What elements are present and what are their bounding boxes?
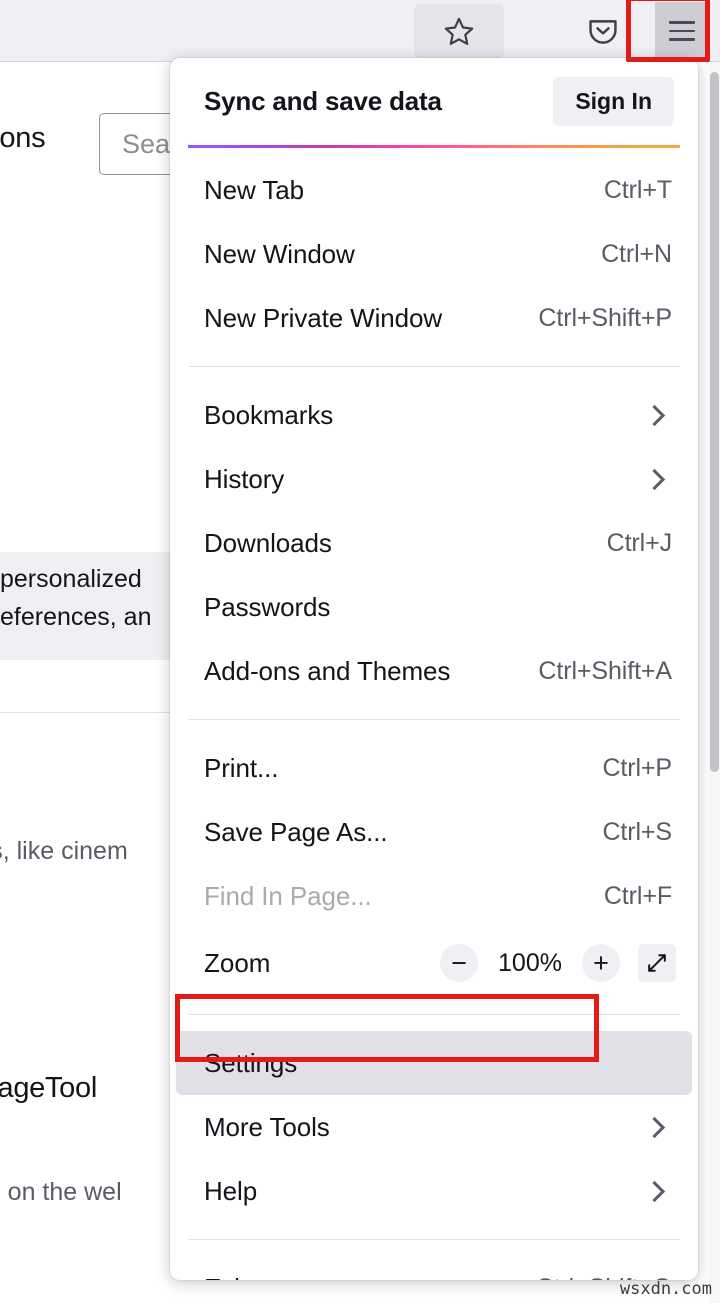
menu-item-label: Exit bbox=[204, 1273, 247, 1281]
menu-section-new: New Tab Ctrl+T New Window Ctrl+N New Pri… bbox=[170, 148, 698, 360]
zoom-label: Zoom bbox=[204, 948, 270, 979]
sign-in-button[interactable]: Sign In bbox=[553, 77, 674, 126]
menu-item-exit[interactable]: Exit Ctrl+Shift+Q bbox=[170, 1256, 698, 1280]
menu-item-downloads[interactable]: Downloads Ctrl+J bbox=[170, 511, 698, 575]
menu-item-history[interactable]: History bbox=[170, 447, 698, 511]
sync-header-title: Sync and save data bbox=[204, 86, 442, 117]
menu-item-label: Save Page As... bbox=[204, 817, 388, 848]
menu-item-shortcut: Ctrl+J bbox=[607, 529, 672, 558]
zoom-in-button[interactable]: + bbox=[582, 944, 620, 982]
fullscreen-expand-icon[interactable] bbox=[638, 944, 676, 982]
hamburger-menu-annotation bbox=[626, 0, 710, 62]
menu-item-shortcut: Ctrl+F bbox=[604, 882, 672, 911]
menu-item-new-tab[interactable]: New Tab Ctrl+T bbox=[170, 158, 698, 222]
zoom-level-value[interactable]: 100% bbox=[496, 949, 564, 978]
chevron-right-icon bbox=[644, 1116, 665, 1137]
menu-item-bookmarks[interactable]: Bookmarks bbox=[170, 383, 698, 447]
zoom-out-button[interactable]: − bbox=[440, 944, 478, 982]
sync-and-save-header: Sync and save data Sign In bbox=[170, 58, 698, 145]
menu-item-label: Add-ons and Themes bbox=[204, 656, 450, 687]
zoom-controls: − 100% + bbox=[440, 944, 676, 982]
menu-item-print[interactable]: Print... Ctrl+P bbox=[170, 736, 698, 800]
menu-item-find-in-page: Find In Page... Ctrl+F bbox=[170, 864, 698, 928]
menu-item-label: More Tools bbox=[204, 1112, 330, 1143]
menu-item-addons-and-themes[interactable]: Add-ons and Themes Ctrl+Shift+A bbox=[170, 639, 698, 703]
chevron-right-icon bbox=[644, 1180, 665, 1201]
menu-item-label: Downloads bbox=[204, 528, 332, 559]
menu-item-label: Bookmarks bbox=[204, 400, 333, 431]
menu-item-more-tools[interactable]: More Tools bbox=[170, 1095, 698, 1159]
page-scrollbar-thumb[interactable] bbox=[710, 72, 719, 772]
menu-divider bbox=[188, 1014, 680, 1015]
firefox-app-menu-panel: Sync and save data Sign In New Tab Ctrl+… bbox=[170, 58, 698, 1280]
menu-item-shortcut: Ctrl+N bbox=[601, 240, 672, 269]
menu-divider bbox=[188, 366, 680, 367]
menu-item-label: Print... bbox=[204, 753, 278, 784]
menu-item-new-private-window[interactable]: New Private Window Ctrl+Shift+P bbox=[170, 286, 698, 350]
menu-item-shortcut: Ctrl+T bbox=[604, 176, 672, 205]
menu-item-help[interactable]: Help bbox=[170, 1159, 698, 1223]
addons-body-text: res, like cinem bbox=[0, 837, 128, 866]
menu-item-label: New Tab bbox=[204, 175, 304, 206]
menu-item-label: New Window bbox=[204, 239, 355, 270]
menu-item-label: Passwords bbox=[204, 592, 330, 623]
menu-item-label: History bbox=[204, 464, 284, 495]
addon-description: rite on the wel bbox=[0, 1178, 122, 1207]
menu-item-zoom: Zoom − 100% + bbox=[170, 928, 698, 998]
addon-title-languagetool[interactable]: nguageTool bbox=[0, 1072, 97, 1105]
menu-item-label: Settings bbox=[204, 1048, 297, 1079]
chevron-right-icon bbox=[644, 404, 665, 425]
menu-item-label: Find In Page... bbox=[204, 881, 372, 912]
menu-section-exit: Exit Ctrl+Shift+Q bbox=[170, 1246, 698, 1280]
menu-item-shortcut: Ctrl+S bbox=[602, 818, 672, 847]
menu-item-shortcut: Ctrl+P bbox=[602, 754, 672, 783]
menu-item-label: New Private Window bbox=[204, 303, 442, 334]
menu-item-new-window[interactable]: New Window Ctrl+N bbox=[170, 222, 698, 286]
page-scrollbar[interactable] bbox=[709, 62, 720, 1303]
menu-item-settings[interactable]: Settings bbox=[176, 1031, 692, 1095]
menu-section-page-actions: Print... Ctrl+P Save Page As... Ctrl+S F… bbox=[170, 726, 698, 1008]
watermark: wsxdn.com bbox=[620, 1279, 712, 1299]
addons-page-heading: dd-ons bbox=[0, 122, 45, 155]
star-bookmark-icon[interactable] bbox=[414, 4, 504, 58]
menu-divider bbox=[188, 719, 680, 720]
menu-divider bbox=[188, 1239, 680, 1240]
menu-item-shortcut: Ctrl+Shift+A bbox=[538, 657, 672, 686]
menu-item-passwords[interactable]: Passwords bbox=[170, 575, 698, 639]
menu-item-label: Help bbox=[204, 1176, 257, 1207]
menu-item-save-page-as[interactable]: Save Page As... Ctrl+S bbox=[170, 800, 698, 864]
menu-section-settings: Settings More Tools Help bbox=[170, 1021, 698, 1233]
menu-item-shortcut: Ctrl+Shift+P bbox=[538, 304, 672, 333]
chevron-right-icon bbox=[644, 468, 665, 489]
menu-section-library: Bookmarks History Downloads Ctrl+J Passw… bbox=[170, 373, 698, 713]
pocket-save-icon[interactable] bbox=[580, 8, 626, 54]
